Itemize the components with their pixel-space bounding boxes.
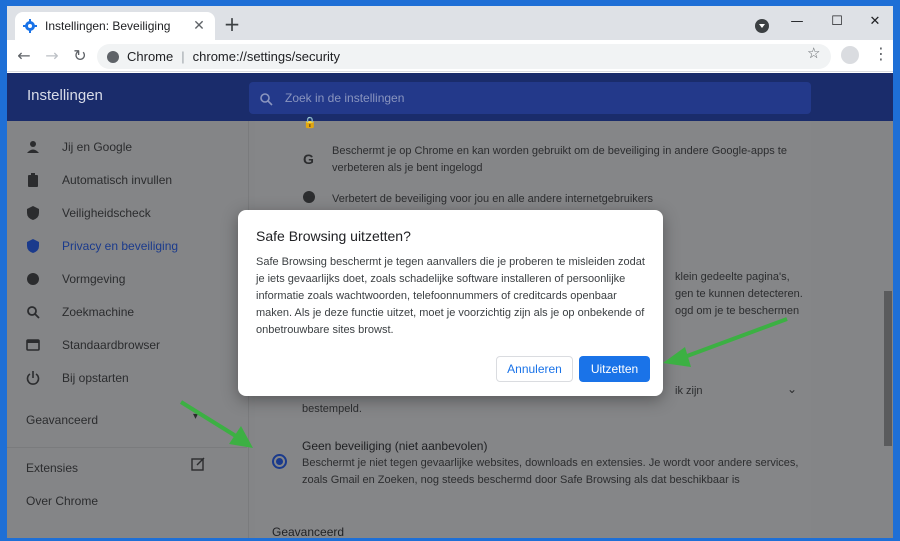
annotation-arrow-icon <box>663 317 788 367</box>
url-separator: | <box>181 49 185 64</box>
scrollbar-thumb[interactable] <box>884 291 892 446</box>
chrome-icon <box>107 50 119 63</box>
sidebar-item-label: Standaardbrowser <box>62 338 161 352</box>
sidebar-item-default-browser[interactable]: Standaardbrowser <box>7 330 247 360</box>
url-text: chrome://settings/security <box>192 49 341 64</box>
google-icon: G <box>303 151 314 167</box>
sidebar-advanced[interactable]: Geavanceerd <box>26 413 98 427</box>
settings-sidebar: Jij en Google Automatisch invullen Veili… <box>7 121 249 538</box>
partial-text-2: gen te kunnen detecteren. <box>675 288 803 300</box>
browser-window: Instellingen: Beveiliging ✕ + — ☐ ✕ ← → … <box>7 6 893 538</box>
palette-icon <box>25 271 41 287</box>
sidebar-item-label: Vormgeving <box>62 272 126 286</box>
tab-search-icon[interactable] <box>755 19 769 33</box>
sidebar-about-chrome[interactable]: Over Chrome <box>26 494 98 508</box>
reload-icon[interactable]: ↻ <box>69 45 91 67</box>
external-link-icon[interactable] <box>191 457 205 474</box>
advanced-heading: Geavanceerd <box>272 525 345 538</box>
sidebar-item-search-engine[interactable]: Zoekmachine <box>7 297 247 327</box>
shield-check-icon <box>25 205 41 221</box>
browser-icon <box>25 337 41 353</box>
tab-settings[interactable]: Instellingen: Beveiliging ✕ <box>15 12 215 40</box>
radio-no-protection[interactable] <box>272 454 287 469</box>
tab-title: Instellingen: Beveiliging <box>45 19 171 33</box>
sidebar-item-label: Veiligheidscheck <box>62 206 151 220</box>
sidebar-item-privacy[interactable]: Privacy en beveiliging <box>7 231 247 261</box>
close-window-button[interactable]: ✕ <box>855 10 893 34</box>
power-icon <box>25 370 41 386</box>
annotation-arrow-icon <box>179 400 253 448</box>
dialog-body: Safe Browsing beschermt je tegen aanvall… <box>256 256 645 336</box>
clipboard-icon <box>25 172 41 188</box>
forward-icon[interactable]: → <box>41 45 63 67</box>
sidebar-item-appearance[interactable]: Vormgeving <box>7 264 247 294</box>
search-icon <box>25 304 41 320</box>
sidebar-item-label: Automatisch invullen <box>62 173 173 187</box>
option-description-2: zoals Gmail en Zoeken, nog steeds besche… <box>302 474 740 486</box>
profile-avatar[interactable] <box>841 46 859 64</box>
sidebar-item-label: Zoekmachine <box>62 305 135 319</box>
browser-toolbar: ← → ↻ Chrome | chrome://settings/securit… <box>7 40 893 72</box>
sidebar-item-autofill[interactable]: Automatisch invullen <box>7 165 247 195</box>
sidebar-item-label: Bij opstarten <box>62 371 129 385</box>
option-title: Geen beveiliging (niet aanbevolen) <box>302 439 488 453</box>
sidebar-item-safety-check[interactable]: Veiligheidscheck <box>7 198 247 228</box>
sidebar-item-label: Privacy en beveiliging <box>62 239 179 253</box>
safe-browsing-dialog: Safe Browsing uitzetten? Safe Browsing b… <box>238 210 663 396</box>
dialog-title: Safe Browsing uitzetten? <box>256 228 411 244</box>
search-placeholder: Zoek in de instellingen <box>285 91 405 105</box>
bookmark-star-icon[interactable]: ☆ <box>807 44 820 62</box>
person-icon <box>25 139 41 155</box>
chevron-down-icon[interactable]: ⌄ <box>787 381 797 398</box>
site-label: Chrome <box>127 49 174 64</box>
google-protection-text: Beschermt je op Chrome en kan worden geb… <box>332 145 787 157</box>
maximize-button[interactable]: ☐ <box>817 10 857 34</box>
turn-off-button[interactable]: Uitzetten <box>579 356 650 382</box>
partial-text-5: bestempeld. <box>302 403 362 415</box>
option-description-1: Beschermt je niet tegen gevaarlijke webs… <box>302 457 799 469</box>
back-icon[interactable]: ← <box>13 45 35 67</box>
sidebar-item-you-and-google[interactable]: Jij en Google <box>7 132 247 162</box>
web-protection-text: Verbetert de beveiliging voor jou en all… <box>332 193 654 205</box>
globe-icon <box>302 190 316 210</box>
settings-title: Instellingen <box>27 87 103 104</box>
tab-close-icon[interactable]: ✕ <box>191 18 207 34</box>
sidebar-item-label: Jij en Google <box>62 140 133 154</box>
sidebar-item-on-startup[interactable]: Bij opstarten <box>7 363 247 393</box>
shield-icon <box>25 238 41 254</box>
minimize-button[interactable]: — <box>777 10 817 34</box>
partial-text-1: klein gedeelte pagina's, <box>675 271 790 283</box>
settings-header: Instellingen Zoek in de instellingen <box>7 73 893 121</box>
search-icon <box>259 91 273 106</box>
menu-dots-icon[interactable]: ⋮ <box>873 44 889 63</box>
settings-search[interactable]: Zoek in de instellingen <box>249 82 811 114</box>
settings-gear-icon <box>23 19 37 33</box>
partial-text-4: ik zijn <box>675 385 703 397</box>
google-protection-text-2: verbeteren als je bent ingelogd <box>332 162 483 174</box>
cancel-button[interactable]: Annuleren <box>496 356 573 382</box>
address-bar[interactable]: Chrome | chrome://settings/security <box>97 44 831 69</box>
lock-icon: 🔒 <box>303 117 317 129</box>
tab-strip: Instellingen: Beveiliging ✕ + — ☐ ✕ <box>7 6 893 40</box>
scrollbar[interactable] <box>883 121 893 538</box>
sidebar-extensions[interactable]: Extensies <box>26 461 78 475</box>
new-tab-button[interactable]: + <box>221 14 243 36</box>
